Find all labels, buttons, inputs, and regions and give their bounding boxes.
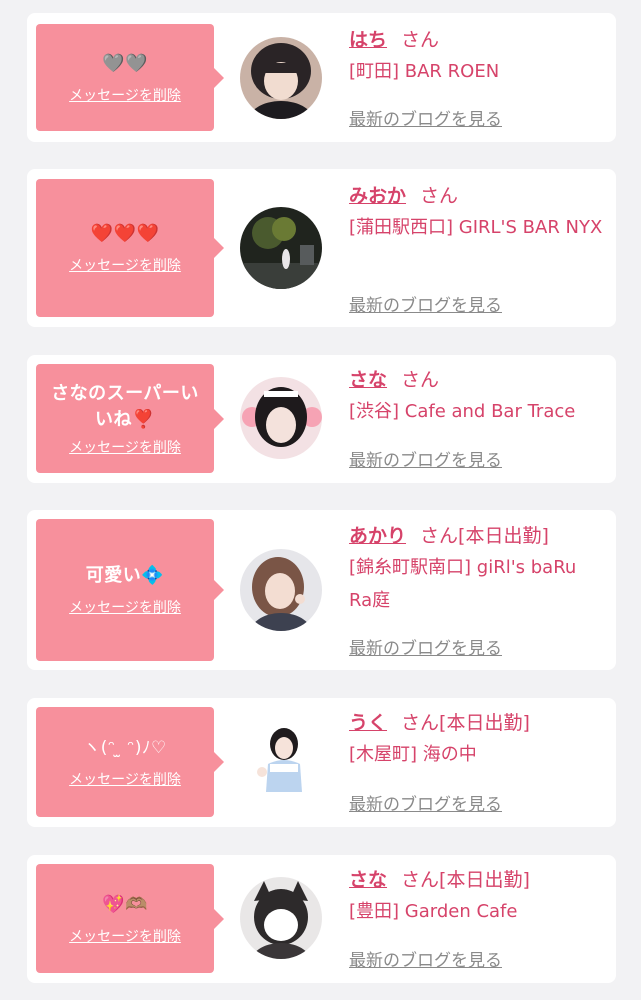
shop-name: [豊田] Garden Cafe bbox=[349, 901, 518, 922]
honorific: さん bbox=[401, 712, 440, 734]
message-bubble: ヽ(ᵔ ̫ ᵔ)ﾉ♡ メッセージを削除 bbox=[36, 707, 224, 817]
honorific: さん bbox=[401, 29, 440, 51]
list-item: 💖🫶🏽 メッセージを削除 さな さん[本日出勤] [豊田] Garden Cafe… bbox=[27, 855, 616, 983]
cast-name-link[interactable]: うく bbox=[349, 712, 387, 734]
message-bubble: さなのスーパーいいね❣️ メッセージを削除 bbox=[36, 364, 224, 473]
avatar-photo bbox=[240, 720, 322, 802]
avatar-photo bbox=[240, 877, 322, 959]
avatar-photo bbox=[240, 37, 322, 119]
message-bubble: 可愛い💠 メッセージを削除 bbox=[36, 519, 224, 661]
list-item: さなのスーパーいいね❣️ メッセージを削除 さな さん [渋谷] Cafe and… bbox=[27, 355, 616, 483]
delete-message-link[interactable]: メッセージを削除 bbox=[69, 769, 181, 789]
message-bubble: ❤️❤️❤️ メッセージを削除 bbox=[36, 179, 224, 317]
shop-name: [蒲田駅西口] GIRL'S BAR NYX bbox=[349, 217, 603, 238]
honorific: さん bbox=[420, 185, 459, 207]
avatar[interactable] bbox=[240, 877, 322, 959]
list-item: ❤️❤️❤️ メッセージを削除 みおか さん [蒲田駅西口] GIRL'S BAR… bbox=[27, 169, 616, 327]
message-list: 🩶🩶 メッセージを削除 はち さん [町田] BAR ROEN 最新のブログを見る… bbox=[0, 0, 641, 1000]
avatar[interactable] bbox=[240, 377, 322, 459]
list-item: 可愛い💠 メッセージを削除 あかり さん[本日出勤] [錦糸町駅南口] giRl'… bbox=[27, 510, 616, 670]
avatar[interactable] bbox=[240, 207, 322, 289]
honorific: さん bbox=[420, 525, 459, 547]
latest-blog-link[interactable]: 最新のブログを見る bbox=[349, 105, 502, 130]
message-text: 🩶🩶 bbox=[102, 52, 148, 74]
honorific: さん bbox=[401, 369, 440, 391]
latest-blog-link[interactable]: 最新のブログを見る bbox=[349, 634, 502, 659]
honorific: さん bbox=[401, 869, 440, 891]
avatar-photo bbox=[240, 549, 322, 631]
cast-name-link[interactable]: はち bbox=[349, 29, 387, 51]
cast-name-link[interactable]: さな bbox=[349, 869, 387, 891]
list-item: 🩶🩶 メッセージを削除 はち さん [町田] BAR ROEN 最新のブログを見る bbox=[27, 13, 616, 142]
message-text: 💖🫶🏽 bbox=[102, 893, 148, 915]
delete-message-link[interactable]: メッセージを削除 bbox=[69, 255, 181, 275]
working-today-badge: [本日出勤] bbox=[458, 525, 549, 547]
message-text: 可愛い💠 bbox=[85, 565, 165, 586]
latest-blog-link[interactable]: 最新のブログを見る bbox=[349, 790, 502, 815]
avatar[interactable] bbox=[240, 37, 322, 119]
latest-blog-link[interactable]: 最新のブログを見る bbox=[349, 946, 502, 971]
avatar[interactable] bbox=[240, 549, 322, 631]
cast-name-link[interactable]: さな bbox=[349, 369, 387, 391]
message-text: ❤️❤️❤️ bbox=[90, 223, 160, 244]
cast-name-link[interactable]: みおか bbox=[349, 185, 406, 207]
shop-name: [錦糸町駅南口] giRl's baRuRa庭 bbox=[349, 557, 577, 611]
avatar-photo bbox=[240, 377, 322, 459]
working-today-badge: [本日出勤] bbox=[439, 869, 530, 891]
message-bubble: 💖🫶🏽 メッセージを削除 bbox=[36, 864, 224, 973]
cast-name-link[interactable]: あかり bbox=[349, 525, 406, 547]
working-today-badge: [本日出勤] bbox=[439, 712, 530, 734]
latest-blog-link[interactable]: 最新のブログを見る bbox=[349, 291, 502, 316]
shop-name: [町田] BAR ROEN bbox=[349, 61, 500, 82]
delete-message-link[interactable]: メッセージを削除 bbox=[69, 85, 181, 105]
avatar-photo bbox=[240, 207, 322, 289]
latest-blog-link[interactable]: 最新のブログを見る bbox=[349, 446, 502, 471]
shop-name: [木屋町] 海の中 bbox=[349, 744, 477, 765]
shop-name: [渋谷] Cafe and Bar Trace bbox=[349, 401, 576, 422]
message-bubble: 🩶🩶 メッセージを削除 bbox=[36, 24, 224, 131]
message-text: ヽ(ᵔ ̫ ᵔ)ﾉ♡ bbox=[83, 738, 167, 758]
list-item: ヽ(ᵔ ̫ ᵔ)ﾉ♡ メッセージを削除 うく さん[本日出勤] [木屋町] 海の中… bbox=[27, 698, 616, 827]
delete-message-link[interactable]: メッセージを削除 bbox=[69, 597, 181, 617]
delete-message-link[interactable]: メッセージを削除 bbox=[69, 926, 181, 946]
avatar[interactable] bbox=[240, 720, 322, 802]
message-text: さなのスーパーいいね❣️ bbox=[51, 382, 199, 430]
delete-message-link[interactable]: メッセージを削除 bbox=[69, 437, 181, 457]
